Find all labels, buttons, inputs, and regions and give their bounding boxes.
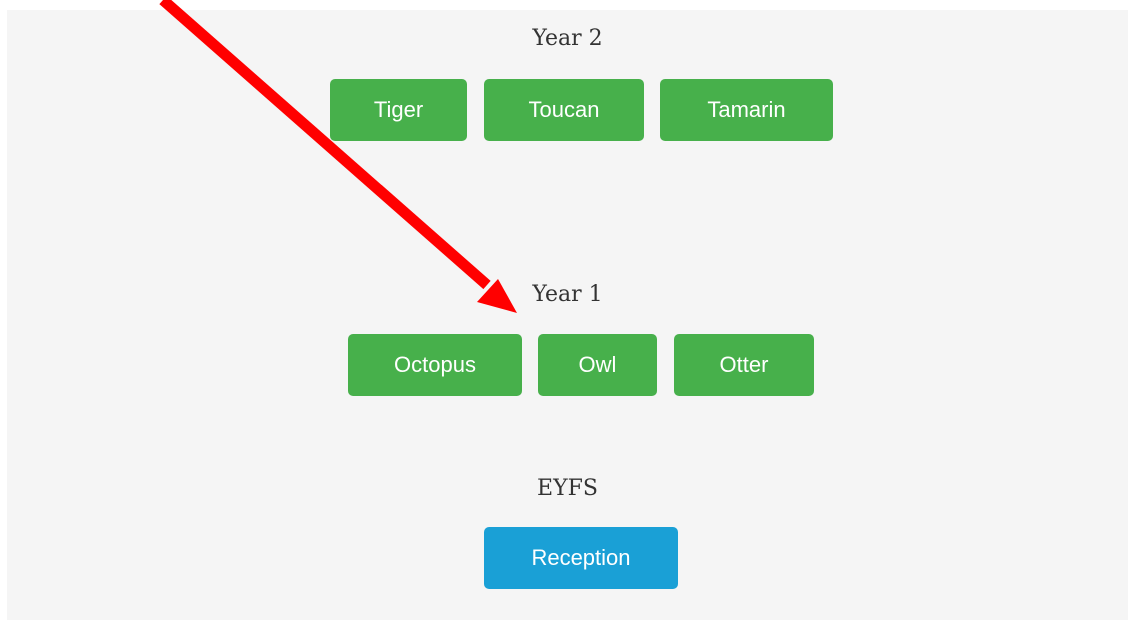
class-selector-panel: Year 2 Tiger Toucan Tamarin Year 1 Octop… — [7, 10, 1128, 620]
class-button-owl[interactable]: Owl — [538, 334, 657, 396]
class-button-toucan[interactable]: Toucan — [484, 79, 644, 141]
group-title-year-1: Year 1 — [532, 282, 603, 307]
class-button-tamarin[interactable]: Tamarin — [660, 79, 833, 141]
year-2-button-row: Tiger Toucan Tamarin — [7, 79, 1128, 141]
class-button-otter[interactable]: Otter — [674, 334, 814, 396]
eyfs-button-row: Reception — [7, 527, 1128, 589]
class-button-octopus[interactable]: Octopus — [348, 334, 522, 396]
group-title-year-2: Year 2 — [532, 26, 603, 51]
year-1-button-row: Octopus Owl Otter — [7, 334, 1128, 396]
group-title-eyfs: EYFS — [537, 476, 598, 501]
class-button-reception[interactable]: Reception — [484, 527, 678, 589]
class-button-tiger[interactable]: Tiger — [330, 79, 467, 141]
